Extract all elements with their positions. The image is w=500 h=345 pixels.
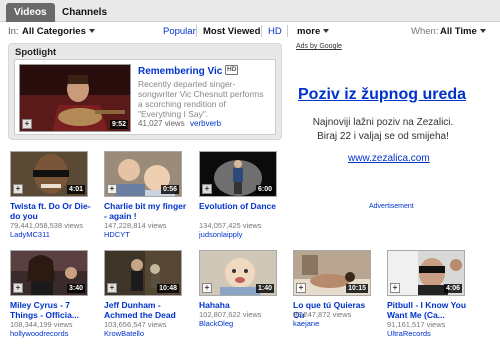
video-item: 10:48 + Jeff Dunham - Achmed the Dead 10…: [104, 250, 190, 345]
video-thumbnail[interactable]: 3:40 +: [10, 250, 88, 296]
video-views: 79,441,058,538 views: [10, 221, 83, 230]
video-thumbnail[interactable]: 6:00 +: [199, 151, 277, 197]
video-user[interactable]: BlackOleg: [199, 319, 233, 328]
duration-badge: 9:52: [109, 120, 128, 129]
add-to-queue-icon[interactable]: +: [202, 184, 212, 194]
video-item: 4:06 + Pitbull - I Know You Want Me (Ca.…: [387, 250, 473, 345]
video-user[interactable]: UltraRecords: [387, 329, 431, 338]
duration-badge: 10:48: [157, 284, 179, 293]
video-item: 4:01 + Twista ft. Do Or Die-do you 79,44…: [10, 151, 96, 247]
video-user[interactable]: LadyMC311: [10, 230, 50, 239]
tab-channels[interactable]: Channels: [54, 3, 115, 22]
video-title[interactable]: Evolution of Dance: [199, 201, 285, 211]
video-title[interactable]: Hahaha: [199, 300, 285, 310]
ad-url-link[interactable]: www.zezalica.com: [348, 153, 430, 164]
video-title[interactable]: Charlie bit my finger - again !: [104, 201, 190, 221]
video-item: 0:56 + Charlie bit my finger - again ! 1…: [104, 151, 190, 247]
duration-badge: 6:00: [255, 185, 274, 194]
spotlight-panel: Spotlight 9:52 + Remembering Vic HD Rece…: [8, 43, 282, 140]
video-views: 147,228,814 views: [104, 221, 167, 230]
video-views: 102,807,622 views: [199, 310, 262, 319]
video-user[interactable]: HDCYT: [104, 230, 130, 239]
video-views: 99,247,872 views: [293, 310, 352, 319]
video-thumbnail[interactable]: 4:01 +: [10, 151, 88, 197]
chevron-down-icon: [323, 29, 330, 34]
add-to-queue-icon[interactable]: +: [202, 283, 212, 293]
when-label: When:: [411, 26, 439, 37]
advertisement-label: Advertisement: [369, 203, 414, 210]
sort-most-viewed[interactable]: Most Viewed: [203, 26, 260, 37]
tab-bar: Videos Channels: [0, 0, 500, 22]
video-thumbnail[interactable]: 10:48 +: [104, 250, 182, 296]
tab-videos[interactable]: Videos: [6, 3, 55, 22]
add-to-queue-icon[interactable]: +: [13, 184, 23, 194]
chevron-down-icon: [479, 29, 486, 34]
add-to-queue-icon[interactable]: +: [107, 184, 117, 194]
video-thumbnail[interactable]: 4:06 +: [387, 250, 465, 296]
video-views: 91,161,517 views: [387, 320, 446, 329]
ad-title-link[interactable]: Poziv iz župnog ureda: [298, 86, 466, 104]
category-value: All Categories: [22, 26, 86, 37]
filter-bar: In: All Categories Popular Most Viewed H…: [0, 25, 500, 39]
sort-hd[interactable]: HD: [268, 26, 282, 37]
video-user[interactable]: hollywoodrecords: [10, 329, 68, 338]
category-dropdown[interactable]: All Categories: [22, 26, 95, 37]
more-label: more: [297, 26, 321, 37]
ad-body-text: Najnoviji lažni poziv na Zezalici. Biraj…: [312, 117, 454, 142]
video-item: 10:15 + Lo que tú Quieras Oír 99,247,872…: [293, 250, 379, 345]
video-item: 1:40 + Hahaha 102,807,622 views BlackOle…: [199, 250, 285, 345]
category-label: In:: [8, 26, 19, 37]
spotlight-views: 41,027 views: [138, 119, 185, 128]
duration-badge: 10:15: [346, 284, 368, 293]
spotlight-user[interactable]: verbverb: [190, 119, 221, 128]
video-views: 134,057,425 views: [199, 221, 262, 230]
duration-badge: 0:56: [160, 185, 179, 194]
video-title[interactable]: Miley Cyrus - 7 Things - Officia...: [10, 300, 96, 320]
spotlight-card: 9:52 + Remembering Vic HD Recently depar…: [14, 59, 276, 135]
add-to-queue-icon[interactable]: +: [22, 119, 32, 129]
video-thumbnail[interactable]: 0:56 +: [104, 151, 182, 197]
video-user[interactable]: KrowBatello: [104, 329, 144, 338]
video-user[interactable]: kaejane: [293, 319, 319, 328]
hd-badge: HD: [225, 65, 239, 75]
add-to-queue-icon[interactable]: +: [107, 283, 117, 293]
duration-badge: 4:01: [66, 185, 85, 194]
when-value: All Time: [440, 26, 477, 37]
duration-badge: 4:06: [443, 284, 462, 293]
video-thumbnail[interactable]: 10:15 +: [293, 250, 371, 296]
video-title[interactable]: Twista ft. Do Or Die-do you: [10, 201, 96, 221]
spotlight-description: Recently departed singer-songwriter Vic …: [138, 79, 264, 119]
add-to-queue-icon[interactable]: +: [296, 283, 306, 293]
sort-popular[interactable]: Popular: [163, 26, 196, 37]
spotlight-video-title[interactable]: Remembering Vic: [138, 66, 222, 77]
duration-badge: 1:40: [255, 284, 274, 293]
video-views: 108,344,199 views: [10, 320, 73, 329]
video-title[interactable]: Pitbull - I Know You Want Me (Ca...: [387, 300, 473, 320]
when-dropdown[interactable]: All Time: [440, 26, 486, 37]
video-user[interactable]: judsonlaipply: [199, 230, 242, 239]
ads-by-google-link[interactable]: Ads by Google: [296, 43, 342, 50]
add-to-queue-icon[interactable]: +: [13, 283, 23, 293]
video-title[interactable]: Jeff Dunham - Achmed the Dead: [104, 300, 190, 320]
spotlight-thumbnail[interactable]: 9:52 +: [19, 64, 131, 132]
chevron-down-icon: [88, 29, 95, 34]
video-thumbnail[interactable]: 1:40 +: [199, 250, 277, 296]
sort-more-dropdown[interactable]: more: [297, 26, 330, 37]
video-item: 3:40 + Miley Cyrus - 7 Things - Officia.…: [10, 250, 96, 345]
duration-badge: 3:40: [66, 284, 85, 293]
video-item: 6:00 + Evolution of Dance 134,057,425 vi…: [199, 151, 285, 247]
video-views: 103,656,547 views: [104, 320, 167, 329]
add-to-queue-icon[interactable]: +: [390, 283, 400, 293]
spotlight-heading: Spotlight: [15, 47, 57, 58]
